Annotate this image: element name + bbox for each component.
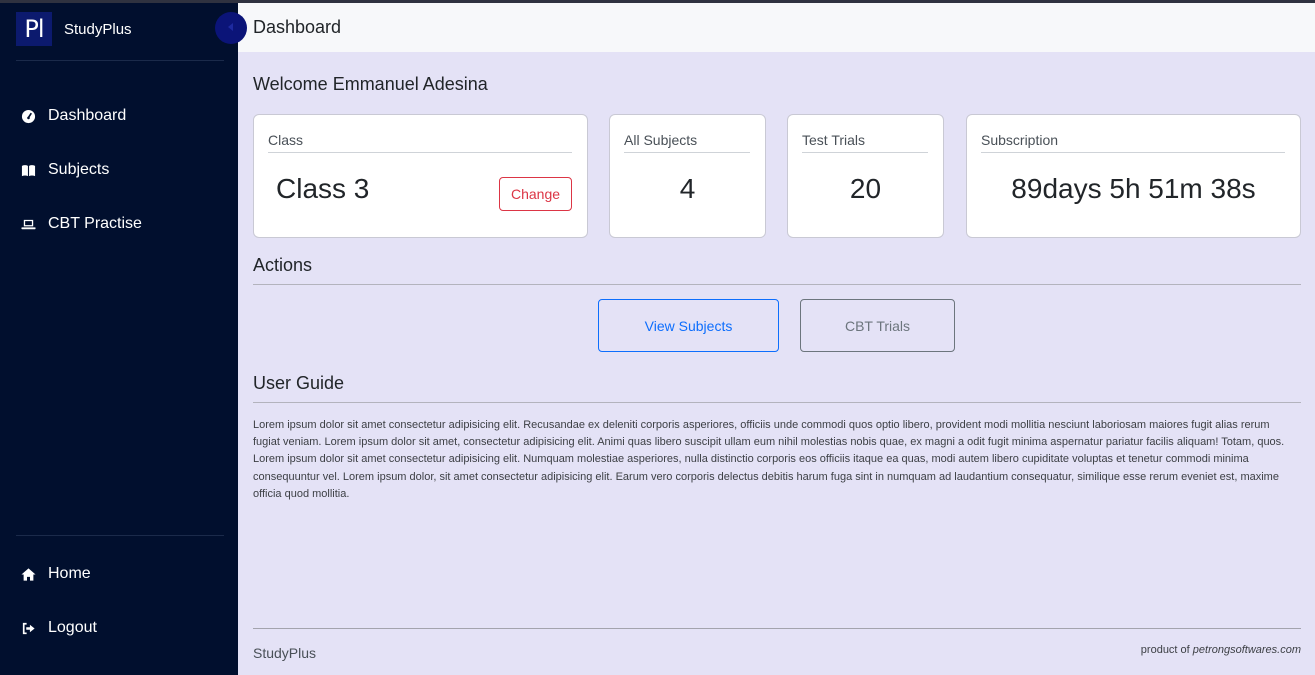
subscription-card: Subscription 89days 5h 51m 38s xyxy=(966,114,1301,238)
trials-card: Test Trials 20 xyxy=(787,114,944,238)
subjects-count: 4 xyxy=(679,173,696,204)
subscription-card-label: Subscription xyxy=(981,132,1285,153)
user-guide-text: Lorem ipsum dolor sit amet consectetur a… xyxy=(253,419,1285,500)
subjects-card-label: All Subjects xyxy=(624,132,750,153)
change-class-button[interactable]: Change xyxy=(499,177,572,211)
sidebar-item-label: Home xyxy=(48,565,91,582)
page-title: Dashboard xyxy=(253,17,342,37)
sidebar-item-label: CBT Practise xyxy=(48,215,142,232)
footer-credit-prefix: product of xyxy=(1140,644,1190,656)
logout-icon xyxy=(20,620,36,636)
footer-credit-link[interactable]: petrongsoftwares.com xyxy=(1193,644,1301,656)
home-icon xyxy=(20,566,36,582)
brand-name: StudyPlus xyxy=(64,20,132,38)
sidebar-item-label: Dashboard xyxy=(48,107,127,124)
sidebar-toggle-button[interactable] xyxy=(215,12,247,44)
arrow-left-icon xyxy=(226,19,236,37)
subjects-card: All Subjects 4 xyxy=(609,114,766,238)
sidebar-item-label: Subjects xyxy=(48,161,110,178)
subscription-countdown: 89days 5h 51m 38s xyxy=(1011,173,1256,204)
sidebar-item-dashboard[interactable]: Dashboard xyxy=(20,104,126,128)
sidebar: Pl StudyPlus Dashboard Subjects CBT Prac… xyxy=(0,3,238,675)
laptop-icon xyxy=(20,216,36,232)
actions-title: Actions xyxy=(253,255,313,275)
brand[interactable]: Pl StudyPlus xyxy=(16,11,132,47)
trials-count: 20 xyxy=(849,173,882,204)
user-guide-title: User Guide xyxy=(253,373,345,393)
class-card: Class Class 3 Change xyxy=(253,114,588,238)
user-guide-divider xyxy=(253,402,1301,403)
sidebar-divider xyxy=(16,535,224,536)
footer-credit: product of petrongsoftwares.com xyxy=(1141,644,1301,656)
footer-brand: StudyPlus xyxy=(253,645,317,661)
welcome-message: Welcome Emmanuel Adesina xyxy=(253,74,488,94)
sidebar-item-cbt-practise[interactable]: CBT Practise xyxy=(20,212,142,236)
book-icon xyxy=(20,162,36,178)
brand-logo: Pl xyxy=(16,12,52,46)
class-card-label: Class xyxy=(268,132,572,153)
sidebar-item-subjects[interactable]: Subjects xyxy=(20,158,109,182)
sidebar-item-home[interactable]: Home xyxy=(20,562,91,586)
actions-divider xyxy=(253,284,1301,285)
cbt-trials-button[interactable]: CBT Trials xyxy=(800,299,955,352)
trials-card-label: Test Trials xyxy=(802,132,928,153)
gauge-icon xyxy=(20,108,36,124)
top-header: Dashboard xyxy=(238,3,1315,52)
sidebar-item-label: Logout xyxy=(48,619,97,636)
view-subjects-button[interactable]: View Subjects xyxy=(598,299,779,352)
sidebar-divider xyxy=(16,60,224,61)
top-border xyxy=(0,0,1315,3)
sidebar-item-logout[interactable]: Logout xyxy=(20,616,97,640)
class-value: Class 3 xyxy=(276,173,370,204)
footer-divider xyxy=(253,628,1301,629)
